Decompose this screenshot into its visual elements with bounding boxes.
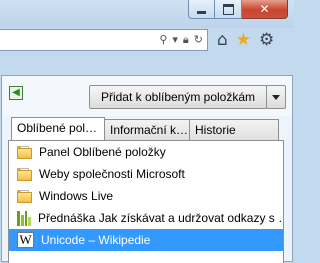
favorites-header: ◀ Přidat k oblíbeným položkám	[2, 76, 292, 116]
list-item[interactable]: Windows Live	[9, 185, 283, 207]
list-item[interactable]: Přednáška Jak získávat a udržovat odkazy…	[9, 207, 283, 229]
list-item[interactable]: Panel Oblíbené položky	[9, 141, 283, 163]
item-label: Panel Oblíbené položky	[39, 145, 166, 159]
tab-history[interactable]: Historie	[189, 119, 279, 140]
tab-feeds[interactable]: Informační k…	[104, 119, 190, 140]
close-icon: ✕	[259, 2, 270, 16]
minimize-icon	[197, 10, 206, 14]
address-row: ⚲ ▾ 🔒︎ ↻ ⌂ ★ ⚙	[0, 29, 294, 51]
list-item[interactable]: Weby společnosti Microsoft	[9, 163, 283, 185]
library-favicon-icon	[17, 210, 31, 226]
command-icons: ⌂ ★ ⚙	[217, 30, 274, 50]
favorites-tabs: Oblíbené pol… Informační k… Historie	[11, 117, 279, 140]
folder-icon	[17, 167, 32, 181]
item-label: Windows Live	[39, 189, 114, 203]
wikipedia-favicon-icon: W	[17, 232, 34, 248]
home-icon[interactable]: ⌂	[217, 30, 228, 50]
add-to-favorites-label: Přidat k oblíbeným položkám	[100, 90, 256, 104]
folder-icon	[17, 145, 32, 159]
maximize-icon	[222, 3, 234, 15]
pin-arrow-icon: ◀	[12, 87, 20, 98]
item-label: Weby společnosti Microsoft	[39, 167, 185, 181]
list-item-selected[interactable]: W Unicode – Wikipedie	[9, 229, 283, 251]
item-label: Přednáška Jak získávat a udržovat odkazy…	[38, 211, 283, 225]
lock-icon[interactable]: 🔒︎	[183, 33, 189, 47]
add-to-favorites-dropdown[interactable]	[266, 85, 286, 109]
dropdown-icon[interactable]: ▾	[172, 33, 178, 47]
favorites-star-icon[interactable]: ★	[236, 30, 251, 50]
favorites-list: Panel Oblíbené položky Weby společnosti …	[8, 140, 284, 263]
caption-buttons: ✕	[188, 0, 288, 20]
chevron-down-icon	[272, 94, 280, 100]
tools-gear-icon[interactable]: ⚙	[259, 30, 274, 50]
add-to-favorites-button[interactable]: Přidat k oblíbeným položkám	[89, 85, 267, 109]
maximize-button[interactable]	[215, 0, 242, 19]
search-icon[interactable]: ⚲	[159, 33, 167, 47]
close-button[interactable]: ✕	[242, 0, 288, 19]
folder-icon	[17, 189, 32, 203]
address-bar[interactable]: ⚲ ▾ 🔒︎ ↻	[0, 29, 208, 51]
minimize-button[interactable]	[188, 0, 215, 19]
favorites-center: ◀ Přidat k oblíbeným položkám Oblíbené p…	[1, 75, 293, 263]
tab-favorites[interactable]: Oblíbené pol…	[11, 117, 105, 140]
window-titlebar: ✕	[0, 0, 294, 28]
pin-favorites-button[interactable]: ◀	[9, 86, 23, 100]
refresh-icon[interactable]: ↻	[194, 33, 203, 47]
item-label: Unicode – Wikipedie	[41, 233, 151, 247]
